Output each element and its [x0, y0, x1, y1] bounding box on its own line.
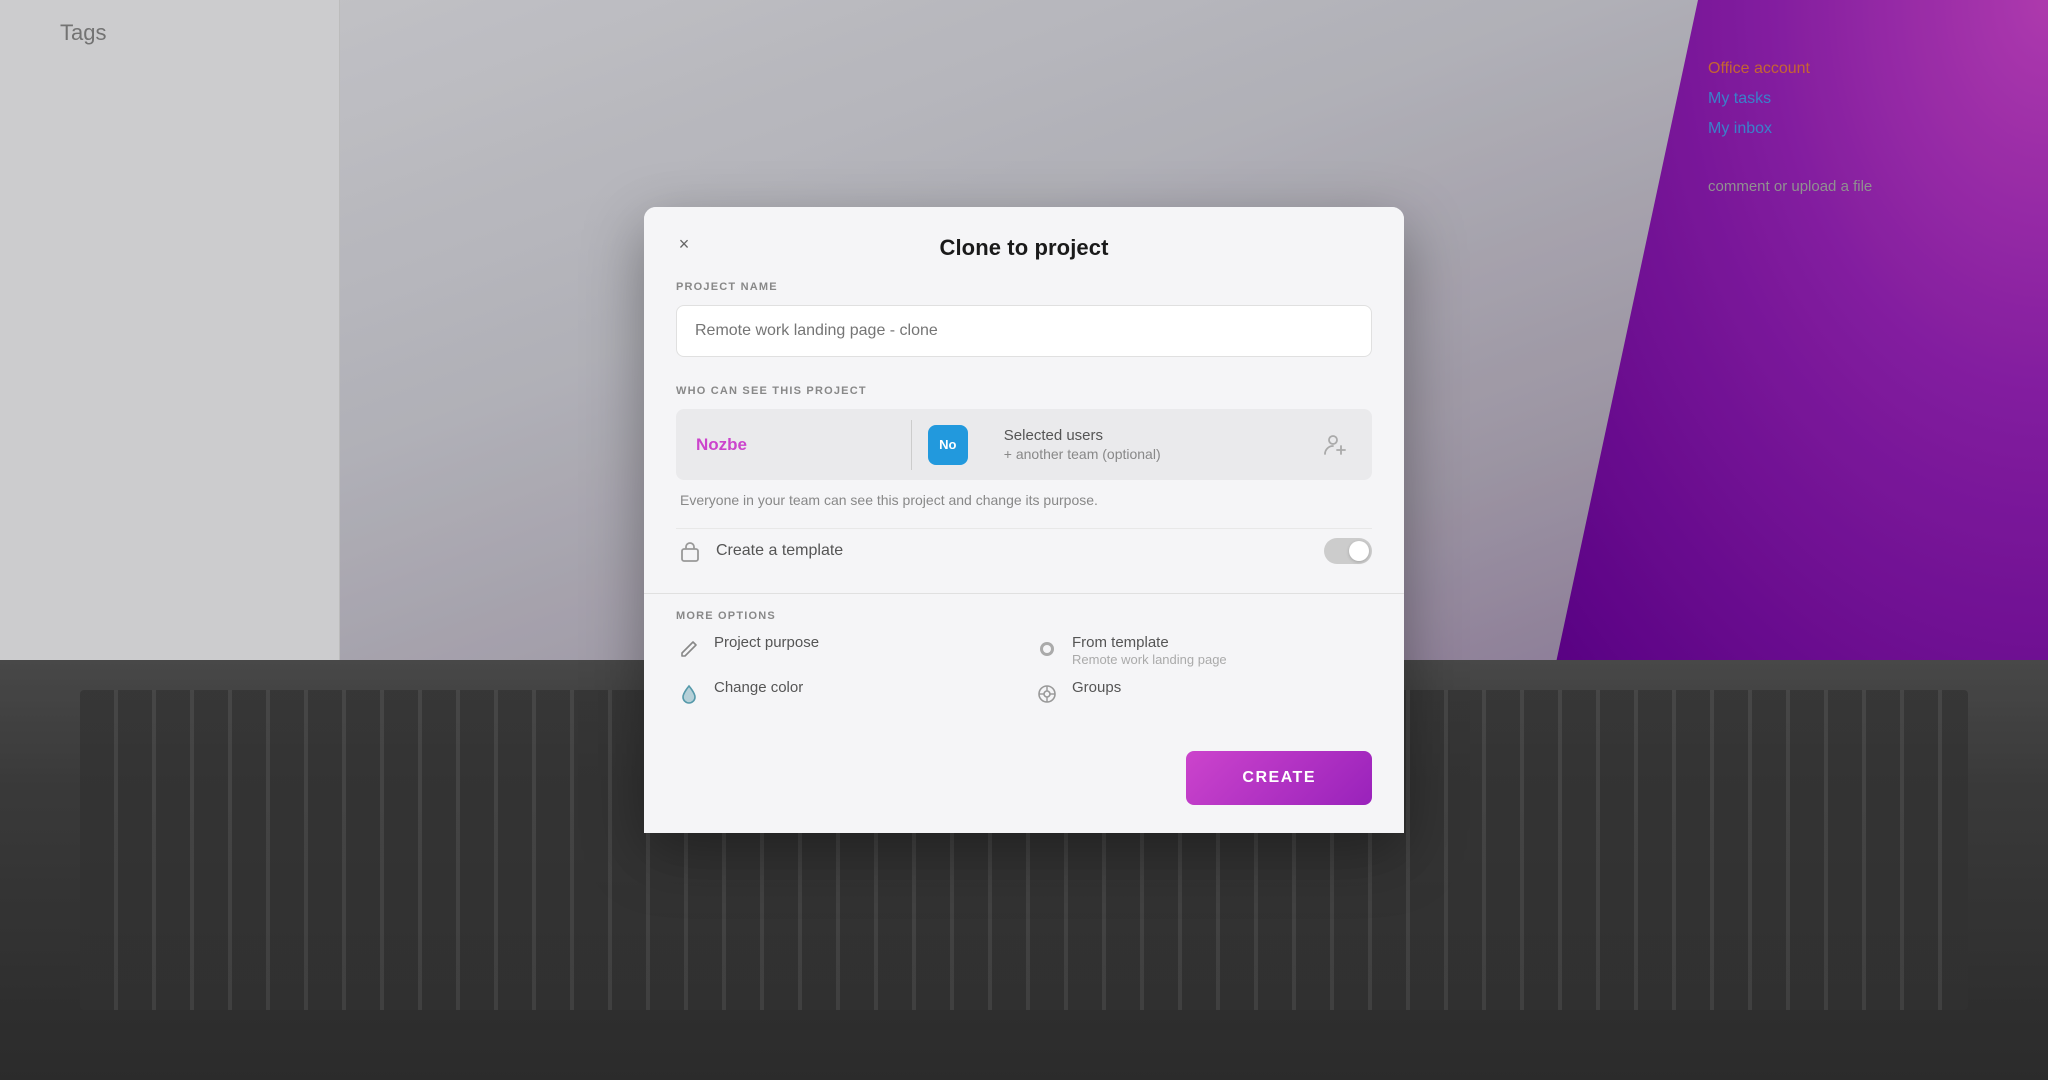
close-button[interactable]: ×	[668, 228, 700, 260]
option-groups-text: Groups	[1072, 679, 1121, 696]
visibility-divider	[911, 420, 912, 470]
create-button[interactable]: CREATE	[1186, 751, 1372, 805]
option-change-color[interactable]: Change color	[676, 679, 1014, 707]
option-purpose-label: Project purpose	[714, 634, 819, 651]
clone-dialog: × Clone to project PROJECT NAME WHO CAN …	[644, 207, 1404, 833]
option-template-sublabel: Remote work landing page	[1072, 652, 1227, 667]
modal-overlay: × Clone to project PROJECT NAME WHO CAN …	[0, 0, 2048, 1080]
visibility-users: Selected users + another team (optional)	[984, 409, 1316, 480]
groups-icon	[1034, 681, 1060, 707]
option-groups[interactable]: Groups	[1034, 679, 1372, 707]
template-label: Create a template	[716, 542, 1324, 560]
template-row: Create a template	[676, 528, 1372, 585]
team-name[interactable]: Nozbe	[676, 417, 911, 473]
pencil-icon	[676, 636, 702, 662]
dialog-header: × Clone to project	[644, 207, 1404, 281]
no-badge: No	[928, 425, 968, 465]
dialog-body: PROJECT NAME WHO CAN SEE THIS PROJECT No…	[644, 281, 1404, 735]
another-team: + another team (optional)	[1004, 446, 1296, 462]
option-project-purpose[interactable]: Project purpose	[676, 634, 1014, 667]
dialog-title: Clone to project	[939, 235, 1108, 261]
divider	[644, 593, 1404, 594]
option-color-label: Change color	[714, 679, 803, 696]
visibility-label: WHO CAN SEE THIS PROJECT	[676, 385, 1372, 397]
selected-users-title: Selected users	[1004, 427, 1296, 444]
more-options-section: MORE OPTIONS Project purpose	[676, 610, 1372, 707]
option-color-text: Change color	[714, 679, 803, 696]
option-from-template[interactable]: From template Remote work landing page	[1034, 634, 1372, 667]
template-icon	[676, 537, 704, 565]
project-name-label: PROJECT NAME	[676, 281, 1372, 293]
create-template-toggle[interactable]	[1324, 538, 1372, 564]
add-user-button[interactable]	[1316, 425, 1356, 465]
more-options-label: MORE OPTIONS	[676, 610, 1372, 622]
visibility-note: Everyone in your team can see this proje…	[676, 492, 1372, 508]
project-name-input[interactable]	[676, 305, 1372, 357]
dialog-footer: CREATE	[644, 735, 1404, 833]
option-template-label: From template	[1072, 634, 1227, 651]
template-dot-icon	[1034, 636, 1060, 662]
option-template-text: From template Remote work landing page	[1072, 634, 1227, 667]
option-groups-label: Groups	[1072, 679, 1121, 696]
visibility-section: WHO CAN SEE THIS PROJECT Nozbe No Select…	[676, 385, 1372, 508]
color-drop-icon	[676, 681, 702, 707]
options-grid: Project purpose From template	[676, 634, 1372, 707]
toggle-knob	[1349, 541, 1369, 561]
option-purpose-text: Project purpose	[714, 634, 819, 651]
visibility-row: Nozbe No Selected users + another team (…	[676, 409, 1372, 480]
